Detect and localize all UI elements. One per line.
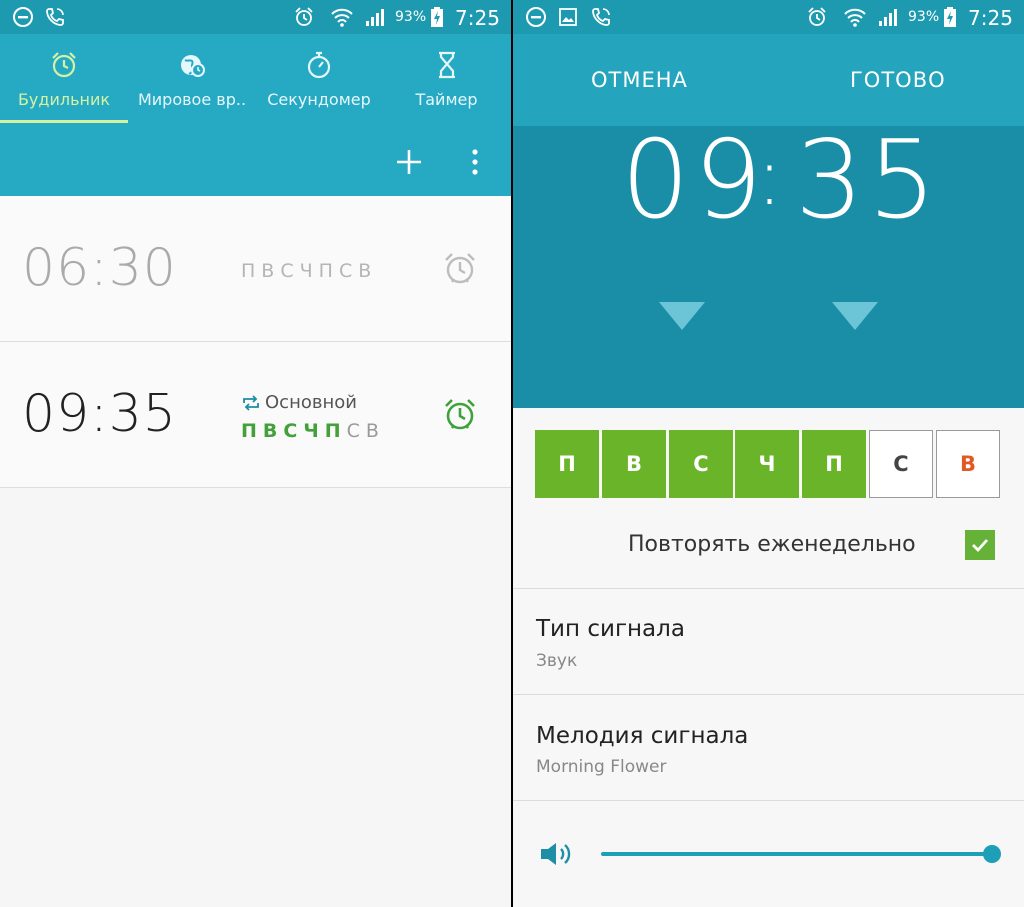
day-button[interactable]: С	[869, 430, 933, 498]
tab-label: Секундомер	[267, 90, 371, 109]
hours-dropdown-arrow[interactable]	[659, 302, 705, 330]
repeat-weekly-checkbox[interactable]	[965, 530, 995, 560]
wifi-icon	[843, 6, 867, 28]
tab-label: Будильник	[17, 90, 111, 109]
alarm-item[interactable]: 06:30 ПВСЧПСВ	[0, 196, 511, 342]
stopwatch-icon	[304, 50, 334, 80]
status-bar: 93% 7:25	[0, 0, 511, 34]
signal-icon	[877, 6, 901, 28]
do-not-disturb-icon	[12, 6, 34, 28]
alarm-days: ПВСЧПСВ	[241, 260, 377, 282]
divider	[513, 588, 1024, 589]
done-button[interactable]: ГОТОВО	[850, 68, 946, 92]
volume-slider-track[interactable]	[601, 852, 993, 856]
tab-world-clock[interactable]: Мировое вр..	[128, 34, 256, 126]
alarm-item[interactable]: 09:35 Основной ПВСЧПСВ	[0, 342, 511, 488]
divider	[513, 694, 1024, 695]
day-letter: С	[338, 260, 359, 282]
status-time: 7:25	[968, 6, 1013, 30]
editor-header: ОТМЕНА ГОТОВО	[513, 34, 1024, 126]
tab-label: Таймер	[415, 90, 478, 109]
alarm-days: ПВСЧПСВ	[241, 420, 385, 442]
active-tab-indicator	[0, 120, 128, 123]
tab-label: Мировое вр..	[137, 90, 247, 109]
alarm-clock-icon	[49, 50, 79, 80]
day-button[interactable]: П	[535, 430, 599, 498]
day-letter: С	[346, 420, 366, 442]
tab-alarm[interactable]: Будильник	[0, 34, 128, 126]
volume-slider-thumb[interactable]	[983, 845, 1001, 863]
alarm-status-icon	[806, 6, 828, 28]
alarm-list-screen: 93% 7:25 Будильник Мировое вр.. Секундом…	[0, 0, 511, 907]
globe-icon	[177, 50, 207, 80]
setting-title: Тип сигнала	[536, 616, 685, 642]
image-icon	[557, 6, 579, 28]
alarm-toggle[interactable]	[440, 248, 480, 288]
alarm-time: 06:30	[22, 238, 177, 298]
minutes-value[interactable]: 35	[795, 118, 940, 243]
day-button[interactable]: В	[936, 430, 1000, 498]
phone-call-icon	[44, 6, 66, 28]
volume-icon	[541, 843, 571, 865]
setting-value: Звук	[536, 651, 578, 671]
checkmark-icon	[972, 539, 989, 553]
repeat-icon	[243, 394, 259, 411]
alarm-time: 09:35	[22, 384, 177, 444]
plus-icon	[397, 150, 421, 174]
day-letter-active: С	[283, 420, 304, 442]
tab-bar: Будильник Мировое вр.. Секундомер Таймер	[0, 34, 511, 126]
day-button[interactable]: В	[602, 430, 666, 498]
more-options-button[interactable]	[453, 140, 497, 184]
wifi-icon	[330, 6, 354, 28]
cancel-button[interactable]: ОТМЕНА	[591, 68, 688, 92]
alarm-clock-icon	[445, 399, 475, 430]
alarm-clock-icon	[445, 253, 475, 284]
battery-percent: 93%	[908, 9, 940, 25]
alarm-label: Основной	[241, 392, 357, 413]
day-letter: П	[241, 260, 262, 282]
day-letter-active: П	[324, 420, 347, 442]
day-letter-active: П	[241, 420, 263, 442]
day-letter: П	[318, 260, 339, 282]
day-letter: Ч	[299, 260, 319, 282]
setting-value: Morning Flower	[536, 757, 667, 777]
divider	[513, 800, 1024, 801]
day-letter: С	[280, 260, 300, 282]
day-letter: В	[261, 260, 281, 282]
setting-title: Мелодия сигнала	[536, 723, 749, 749]
phone-call-icon	[590, 6, 612, 28]
hours-value[interactable]: 09	[621, 118, 766, 243]
day-letter-active: Ч	[303, 420, 325, 442]
day-button[interactable]: С	[669, 430, 733, 498]
editor-body: П В С Ч П С В Повторять еженедельно Тип …	[513, 408, 1024, 907]
repeat-weekly-label: Повторять еженедельно	[628, 532, 916, 557]
tab-stopwatch[interactable]: Секундомер	[256, 34, 382, 126]
time-separator: :	[756, 130, 783, 223]
battery-percent: 93%	[395, 9, 427, 25]
tab-timer[interactable]: Таймер	[382, 34, 511, 126]
alarm-toggle[interactable]	[440, 394, 480, 434]
battery-charging-icon	[942, 6, 958, 28]
hourglass-icon	[432, 50, 462, 80]
day-letter-active: В	[262, 420, 284, 442]
time-picker: 09 : 35	[513, 118, 1024, 408]
day-letter: В	[358, 260, 378, 282]
alarm-editor-screen: 93% 7:25 ОТМЕНА ГОТОВО 09 : 35 П В С Ч П…	[513, 0, 1024, 907]
day-button[interactable]: Ч	[735, 430, 799, 498]
signal-icon	[364, 6, 388, 28]
add-alarm-button[interactable]	[387, 140, 431, 184]
minutes-dropdown-arrow[interactable]	[832, 302, 878, 330]
action-bar	[0, 126, 511, 196]
status-time: 7:25	[455, 6, 500, 30]
alarm-name: Основной	[265, 392, 357, 413]
day-letter: В	[365, 420, 385, 442]
alarm-status-icon	[293, 6, 315, 28]
do-not-disturb-icon	[525, 6, 547, 28]
more-vert-icon	[472, 149, 478, 175]
status-bar: 93% 7:25	[513, 0, 1024, 34]
battery-charging-icon	[429, 6, 445, 28]
day-button[interactable]: П	[802, 430, 866, 498]
